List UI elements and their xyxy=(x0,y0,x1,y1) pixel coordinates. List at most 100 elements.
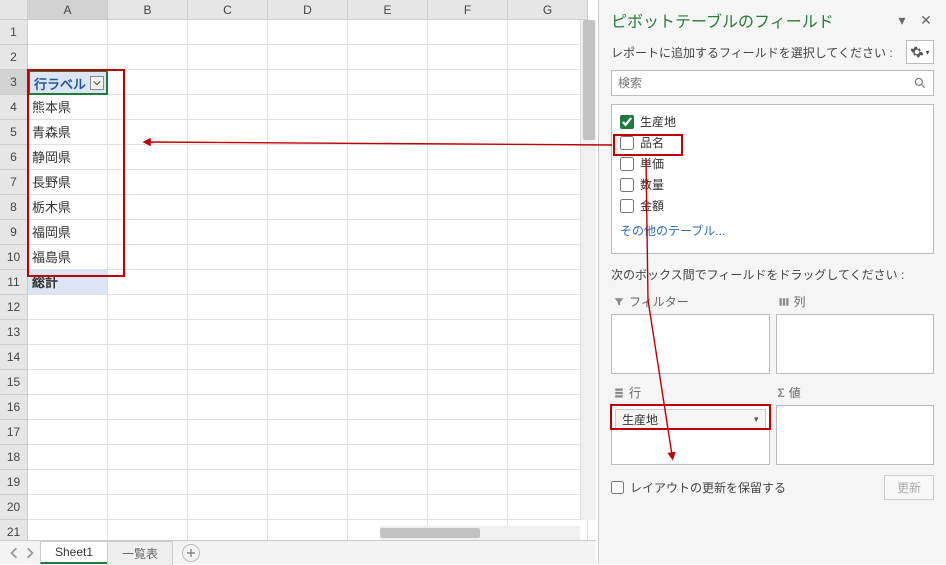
cell-D7[interactable] xyxy=(268,170,348,195)
cell-F10[interactable] xyxy=(428,245,508,270)
row-header-3[interactable]: 3 xyxy=(0,70,28,95)
cell-B15[interactable] xyxy=(108,370,188,395)
cell-D14[interactable] xyxy=(268,345,348,370)
cell-G18[interactable] xyxy=(508,445,588,470)
row-header-10[interactable]: 10 xyxy=(0,245,28,270)
tab-next-icon[interactable] xyxy=(24,547,36,559)
cell-E18[interactable] xyxy=(348,445,428,470)
cell-E10[interactable] xyxy=(348,245,428,270)
pane-dropdown-icon[interactable]: ▾ xyxy=(894,12,910,29)
cell-F17[interactable] xyxy=(428,420,508,445)
row-header-16[interactable]: 16 xyxy=(0,395,28,420)
cell-C8[interactable] xyxy=(188,195,268,220)
row-header-13[interactable]: 13 xyxy=(0,320,28,345)
cell-G16[interactable] xyxy=(508,395,588,420)
column-header-C[interactable]: C xyxy=(188,0,268,20)
cell-B10[interactable] xyxy=(108,245,188,270)
cell-A19[interactable] xyxy=(28,470,108,495)
defer-layout-checkbox-input[interactable] xyxy=(611,481,624,494)
cell-E19[interactable] xyxy=(348,470,428,495)
cell-F5[interactable] xyxy=(428,120,508,145)
column-header-F[interactable]: F xyxy=(428,0,508,20)
horizontal-scrollbar[interactable] xyxy=(380,526,580,540)
cell-B6[interactable] xyxy=(108,145,188,170)
field-checkbox-2[interactable] xyxy=(620,157,634,171)
sheet-tab-other[interactable]: 一覧表 xyxy=(107,541,173,565)
cell-B1[interactable] xyxy=(108,20,188,45)
cell-A4[interactable]: 熊本県 xyxy=(28,95,108,120)
cell-D16[interactable] xyxy=(268,395,348,420)
cell-D17[interactable] xyxy=(268,420,348,445)
row-header-6[interactable]: 6 xyxy=(0,145,28,170)
cell-G7[interactable] xyxy=(508,170,588,195)
cell-E14[interactable] xyxy=(348,345,428,370)
cell-E4[interactable] xyxy=(348,95,428,120)
cell-D3[interactable] xyxy=(268,70,348,95)
update-button[interactable]: 更新 xyxy=(884,475,934,500)
cell-A15[interactable] xyxy=(28,370,108,395)
row-header-17[interactable]: 17 xyxy=(0,420,28,445)
cell-D13[interactable] xyxy=(268,320,348,345)
cell-D18[interactable] xyxy=(268,445,348,470)
row-header-18[interactable]: 18 xyxy=(0,445,28,470)
cell-E12[interactable] xyxy=(348,295,428,320)
cell-E9[interactable] xyxy=(348,220,428,245)
field-item-3[interactable]: 数量 xyxy=(618,174,927,195)
cell-F20[interactable] xyxy=(428,495,508,520)
cell-B7[interactable] xyxy=(108,170,188,195)
row-header-7[interactable]: 7 xyxy=(0,170,28,195)
cell-F1[interactable] xyxy=(428,20,508,45)
add-sheet-button[interactable] xyxy=(182,544,200,562)
cell-G15[interactable] xyxy=(508,370,588,395)
cell-F2[interactable] xyxy=(428,45,508,70)
cell-D5[interactable] xyxy=(268,120,348,145)
row-header-2[interactable]: 2 xyxy=(0,45,28,70)
cell-A21[interactable] xyxy=(28,520,108,540)
row-header-12[interactable]: 12 xyxy=(0,295,28,320)
cell-F16[interactable] xyxy=(428,395,508,420)
cell-E5[interactable] xyxy=(348,120,428,145)
cell-E8[interactable] xyxy=(348,195,428,220)
field-item-4[interactable]: 金額 xyxy=(618,195,927,216)
cell-B2[interactable] xyxy=(108,45,188,70)
cell-E2[interactable] xyxy=(348,45,428,70)
field-search-box[interactable] xyxy=(611,70,934,96)
cell-D1[interactable] xyxy=(268,20,348,45)
cell-G10[interactable] xyxy=(508,245,588,270)
cell-B21[interactable] xyxy=(108,520,188,540)
cell-D11[interactable] xyxy=(268,270,348,295)
other-tables-link[interactable]: その他のテーブル... xyxy=(618,220,927,241)
cell-G12[interactable] xyxy=(508,295,588,320)
field-search-input[interactable] xyxy=(618,76,913,90)
cell-D19[interactable] xyxy=(268,470,348,495)
cell-D21[interactable] xyxy=(268,520,348,540)
row-header-21[interactable]: 21 xyxy=(0,520,28,540)
cell-A5[interactable]: 青森県 xyxy=(28,120,108,145)
row-header-15[interactable]: 15 xyxy=(0,370,28,395)
cell-E16[interactable] xyxy=(348,395,428,420)
cell-G5[interactable] xyxy=(508,120,588,145)
cell-C12[interactable] xyxy=(188,295,268,320)
cell-C11[interactable] xyxy=(188,270,268,295)
cell-B17[interactable] xyxy=(108,420,188,445)
cell-F15[interactable] xyxy=(428,370,508,395)
cell-D12[interactable] xyxy=(268,295,348,320)
cell-A11[interactable]: 総計 xyxy=(28,270,108,295)
column-header-E[interactable]: E xyxy=(348,0,428,20)
cell-B19[interactable] xyxy=(108,470,188,495)
cell-C18[interactable] xyxy=(188,445,268,470)
cell-C1[interactable] xyxy=(188,20,268,45)
cell-D6[interactable] xyxy=(268,145,348,170)
row-header-11[interactable]: 11 xyxy=(0,270,28,295)
cell-A2[interactable] xyxy=(28,45,108,70)
cell-E13[interactable] xyxy=(348,320,428,345)
cell-B12[interactable] xyxy=(108,295,188,320)
cell-D10[interactable] xyxy=(268,245,348,270)
cell-C10[interactable] xyxy=(188,245,268,270)
cell-E15[interactable] xyxy=(348,370,428,395)
cell-A13[interactable] xyxy=(28,320,108,345)
cell-D4[interactable] xyxy=(268,95,348,120)
cell-F12[interactable] xyxy=(428,295,508,320)
row-header-9[interactable]: 9 xyxy=(0,220,28,245)
cell-F7[interactable] xyxy=(428,170,508,195)
